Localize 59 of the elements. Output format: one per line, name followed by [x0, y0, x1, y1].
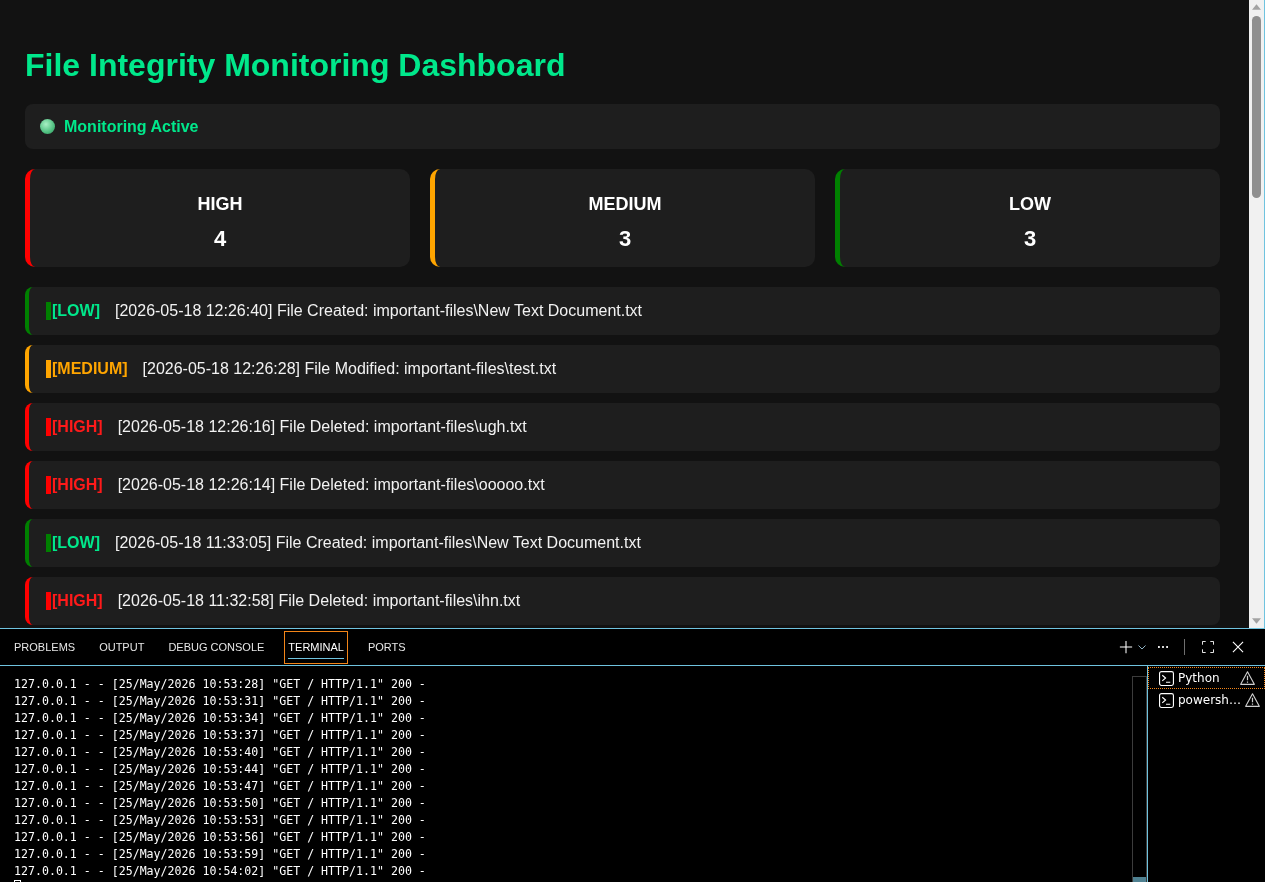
terminal-line: 127.0.0.1 - - [25/May/2026 10:53:53] "GET / HTTP/1.1" 200 - — [14, 812, 427, 829]
status-label: Monitoring Active — [64, 117, 199, 136]
close-icon — [1232, 641, 1244, 653]
terminal-line: 127.0.0.1 - - [25/May/2026 10:53:37] "GET / HTTP/1.1" 200 - — [14, 727, 427, 744]
severity-title: LOW — [1008, 193, 1052, 215]
event-message: [2026-05-18 12:26:14] File Deleted: important-files\ooooo.txt — [117, 476, 545, 494]
severity-count: 3 — [617, 225, 633, 253]
terminal-list-item[interactable]: Python — [1148, 667, 1265, 689]
scrollbar-thumb[interactable] — [1252, 16, 1261, 198]
severity-bar-icon — [46, 534, 51, 552]
plus-icon — [1119, 640, 1133, 654]
terminal-list-item[interactable]: powersh… — [1148, 689, 1265, 711]
scrollbar[interactable] — [1249, 0, 1264, 628]
terminal-line: 127.0.0.1 - - [25/May/2026 10:53:59] "GET / HTTP/1.1" 200 - — [14, 846, 427, 863]
severity-bar-icon — [46, 476, 51, 494]
panel-tab[interactable]: PORTS — [363, 630, 410, 664]
severity-label: [LOW] — [52, 534, 100, 552]
scrollbar-thumb[interactable] — [1133, 877, 1146, 882]
event-message: [2026-05-18 12:26:40] File Created: important-files\New Text Document.txt — [115, 302, 643, 320]
terminal-name: powersh… — [1178, 693, 1241, 707]
warning-icon — [1244, 693, 1260, 707]
event-message: [2026-05-18 11:32:58] File Deleted: important-files\ihn.txt — [117, 592, 521, 610]
terminal-line: 127.0.0.1 - - [25/May/2026 10:53:56] "GET / HTTP/1.1" 200 - — [14, 829, 427, 846]
scrollbar[interactable] — [1132, 676, 1147, 882]
chevron-down-icon — [1138, 644, 1146, 650]
terminal-line: 127.0.0.1 - - [25/May/2026 10:53:47] "GET / HTTP/1.1" 200 - — [14, 778, 427, 795]
terminal-line: 127.0.0.1 - - [25/May/2026 10:54:02] "GET / HTTP/1.1" 200 - — [14, 863, 427, 880]
panel-tab[interactable]: PROBLEMS — [10, 630, 80, 664]
severity-title: HIGH — [196, 193, 244, 215]
terminal-line: 127.0.0.1 - - [25/May/2026 10:53:28] "GET / HTTP/1.1" 200 - — [14, 676, 427, 693]
severity-label: [MEDIUM] — [52, 360, 128, 378]
severity-label: [HIGH] — [52, 418, 103, 436]
terminal-line: 127.0.0.1 - - [25/May/2026 10:53:40] "GET / HTTP/1.1" 200 - — [14, 744, 427, 761]
severity-label: [HIGH] — [52, 476, 103, 494]
event-message: [2026-05-18 12:26:16] File Deleted: important-files\ugh.txt — [117, 418, 527, 436]
terminal-name: Python — [1178, 671, 1220, 685]
terminal-line: 127.0.0.1 - - [25/May/2026 10:53:50] "GET / HTTP/1.1" 200 - — [14, 795, 427, 812]
terminal-icon — [1159, 692, 1174, 708]
event-message: [2026-05-18 11:33:05] File Created: important-files\New Text Document.txt — [115, 534, 641, 552]
severity-count: 3 — [1022, 225, 1038, 253]
severity-label: [LOW] — [52, 302, 100, 320]
terminal-line: 127.0.0.1 - - [25/May/2026 10:53:44] "GET / HTTP/1.1" 200 - — [14, 761, 427, 778]
severity-title: MEDIUM — [587, 193, 663, 215]
severity-label: [HIGH] — [52, 592, 103, 610]
severity-bar-icon — [46, 302, 51, 320]
severity-bar-icon — [46, 418, 51, 436]
event-message: [2026-05-18 12:26:28] File Modified: important-files\test.txt — [142, 360, 557, 378]
panel-tab[interactable]: OUTPUT — [95, 630, 149, 664]
terminal-line: 127.0.0.1 - - [25/May/2026 10:53:31] "GET / HTTP/1.1" 200 - — [14, 693, 427, 710]
maximize-icon — [1202, 641, 1214, 653]
panel-tab[interactable]: TERMINAL — [284, 630, 348, 664]
severity-bar-icon — [46, 360, 51, 378]
panel-tab[interactable]: DEBUG CONSOLE — [164, 630, 269, 664]
severity-bar-icon — [46, 592, 51, 610]
dashboard-title: File Integrity Monitoring Dashboard — [25, 46, 567, 84]
terminal-icon — [1159, 670, 1174, 686]
terminal-line: 127.0.0.1 - - [25/May/2026 10:53:34] "GET / HTTP/1.1" 200 - — [14, 710, 427, 727]
warning-icon — [1240, 671, 1255, 685]
severity-count: 4 — [212, 225, 228, 253]
